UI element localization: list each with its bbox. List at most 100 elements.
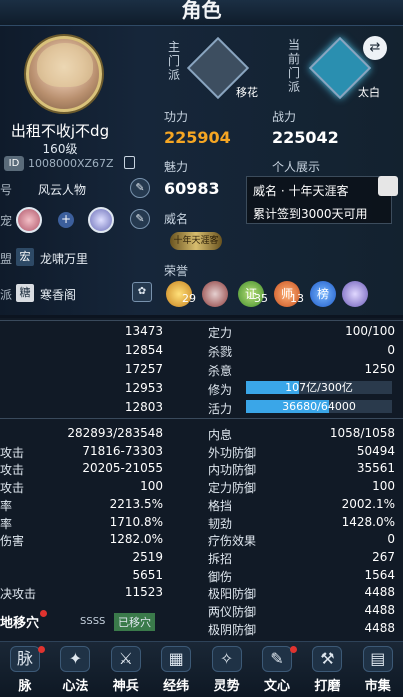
- honor-badge-icon[interactable]: 榜: [310, 281, 336, 307]
- nav-label: 灵势: [213, 679, 240, 694]
- stat-label: 攻击: [0, 463, 25, 478]
- nav-item-4[interactable]: ✧ 灵势: [202, 642, 252, 697]
- nav-item-2[interactable]: ⚔ 神兵: [101, 642, 151, 697]
- acupoint-label: 地移穴: [0, 616, 40, 631]
- notification-dot: [38, 646, 45, 653]
- stat-label: 极阳防御: [208, 587, 257, 602]
- stat-label: 定力: [208, 326, 233, 340]
- pet-row: 宠 + ✎: [0, 207, 155, 233]
- stat-label: 攻击: [0, 445, 25, 460]
- acupoint-grade: SSSS: [80, 616, 106, 627]
- nav-label: 打磨: [314, 679, 341, 694]
- weiming-badge[interactable]: 十年天涯客: [170, 232, 222, 250]
- edit-pet-icon[interactable]: ✎: [130, 209, 150, 229]
- nav-label: 神兵: [112, 679, 139, 694]
- zhanli-value: 225042: [272, 128, 339, 147]
- grid-icon: ▦: [161, 646, 192, 672]
- nav-label: 心法: [62, 679, 89, 694]
- stat-row: 5651 御伤 1564: [0, 566, 403, 584]
- stat-row: 率 1710.8% 韧劲 1428.0%: [0, 513, 403, 531]
- acupoint-status: 已移穴: [114, 613, 155, 631]
- stat-label: 格挡: [208, 498, 233, 513]
- nav-label: 经纬: [163, 679, 190, 694]
- zhanli-label: 战力: [272, 110, 297, 124]
- brush-icon: ✎: [262, 646, 292, 672]
- copy-icon[interactable]: [124, 156, 135, 169]
- row-label: 宠: [0, 214, 13, 228]
- guild-name[interactable]: 龙啸万里: [40, 250, 88, 267]
- stat-label: 活力: [208, 402, 233, 416]
- stat-label: 内功防御: [208, 463, 257, 478]
- stat-value: 1710.8%: [109, 514, 163, 529]
- stat-value: 50494: [356, 443, 395, 458]
- stat-value: 13473: [124, 324, 163, 338]
- row-label: 号: [0, 183, 13, 197]
- stat-value: 4488: [364, 585, 395, 600]
- stat-label: 杀戮: [208, 345, 233, 359]
- nav-item-7[interactable]: ▤ 市集: [353, 642, 403, 697]
- add-pet-icon[interactable]: +: [58, 212, 74, 228]
- pet-badge-icon-2[interactable]: [88, 207, 114, 233]
- meili-value: 60983: [164, 179, 220, 198]
- stat-row: 决攻击 11523 极阳防御 4488: [0, 583, 403, 601]
- nav-item-3[interactable]: ▦ 经纬: [151, 642, 201, 697]
- stat-row: 攻击 71816-73303 外功防御 50494: [0, 442, 403, 460]
- tooltip-close-icon[interactable]: [378, 176, 398, 196]
- stat-row: 12854 杀戮 0: [0, 341, 403, 359]
- switch-school-icon[interactable]: ⇄: [363, 36, 387, 60]
- gongli-value: 225904: [164, 128, 231, 147]
- notification-dot: [290, 646, 297, 653]
- acupoint-row[interactable]: 地移穴 SSSS 已移穴: [0, 608, 403, 636]
- spirit-icon: ✧: [211, 646, 242, 672]
- window-title: 角色: [181, 0, 222, 22]
- stat-label: 决攻击: [0, 587, 37, 602]
- stat-row: 攻击 20205-21055 内功防御 35561: [0, 459, 403, 477]
- nav-label: 市集: [364, 679, 391, 694]
- stat-value: 12953: [124, 381, 163, 395]
- progress-text: 107亿/300亿: [285, 381, 353, 394]
- id-row: ID 1008000XZ67Z: [4, 156, 144, 172]
- bottom-nav: 脉脉 ✦ 心法 ⚔ 神兵 ▦ 经纬 ✧ 灵势 ✎ 文心 ⚒ 打磨 ▤ 市集: [0, 641, 403, 697]
- player-level: 160级: [42, 142, 78, 156]
- nav-item-0[interactable]: 脉脉: [0, 642, 50, 697]
- avatar-hair: [37, 43, 93, 87]
- nav-item-1[interactable]: ✦ 心法: [50, 642, 100, 697]
- guild-badge: 宏: [16, 248, 34, 266]
- stat-row: 伤害 1282.0% 疗伤效果 0: [0, 530, 403, 548]
- honor-label: 荣誉: [164, 264, 189, 278]
- main-school-label: 主门派: [167, 40, 180, 82]
- divider: [0, 418, 403, 419]
- divider: [0, 320, 403, 321]
- stat-label: 疗伤效果: [208, 534, 257, 549]
- pet-badge-icon[interactable]: [16, 207, 42, 233]
- nav-item-5[interactable]: ✎ 文心: [252, 642, 302, 697]
- honor-badge-icon[interactable]: [342, 281, 368, 307]
- main-school-name: 移花: [236, 86, 258, 99]
- faction-icon[interactable]: ✿: [132, 282, 152, 302]
- stat-value: 100: [372, 479, 395, 494]
- stat-row: 攻击 100 定力防御 100: [0, 477, 403, 495]
- stat-value: 12854: [124, 343, 163, 357]
- stat-label: 拆招: [208, 551, 233, 566]
- stat-value: 20205-21055: [82, 461, 163, 476]
- stat-value: 1058/1058: [329, 426, 395, 440]
- edit-title-icon[interactable]: ✎: [130, 178, 150, 198]
- mind-skill-icon: ✦: [60, 646, 91, 672]
- stat-row: 17257 杀意 1250: [0, 360, 403, 378]
- stat-value: 71816-73303: [82, 443, 163, 458]
- avatar[interactable]: [26, 36, 102, 112]
- stat-value: 2519: [132, 549, 163, 564]
- stat-label: 内息: [208, 428, 233, 442]
- hammer-icon: ⚒: [312, 646, 343, 672]
- stat-value: 1428.0%: [341, 514, 395, 529]
- stat-label: 御伤: [208, 569, 233, 584]
- nav-label: 文心: [263, 679, 290, 694]
- honor-count: 13: [290, 292, 304, 305]
- stat-label: 杀意: [208, 364, 233, 378]
- nav-item-6[interactable]: ⚒ 打磨: [302, 642, 352, 697]
- honor-badge-icon[interactable]: [202, 281, 228, 307]
- faction-name[interactable]: 寒香阁: [40, 286, 76, 303]
- gongli-label: 功力: [164, 110, 189, 124]
- tooltip: 威名 · 十年天涯客 累计签到3000天可用: [246, 176, 392, 224]
- stat-label: 率: [0, 516, 13, 531]
